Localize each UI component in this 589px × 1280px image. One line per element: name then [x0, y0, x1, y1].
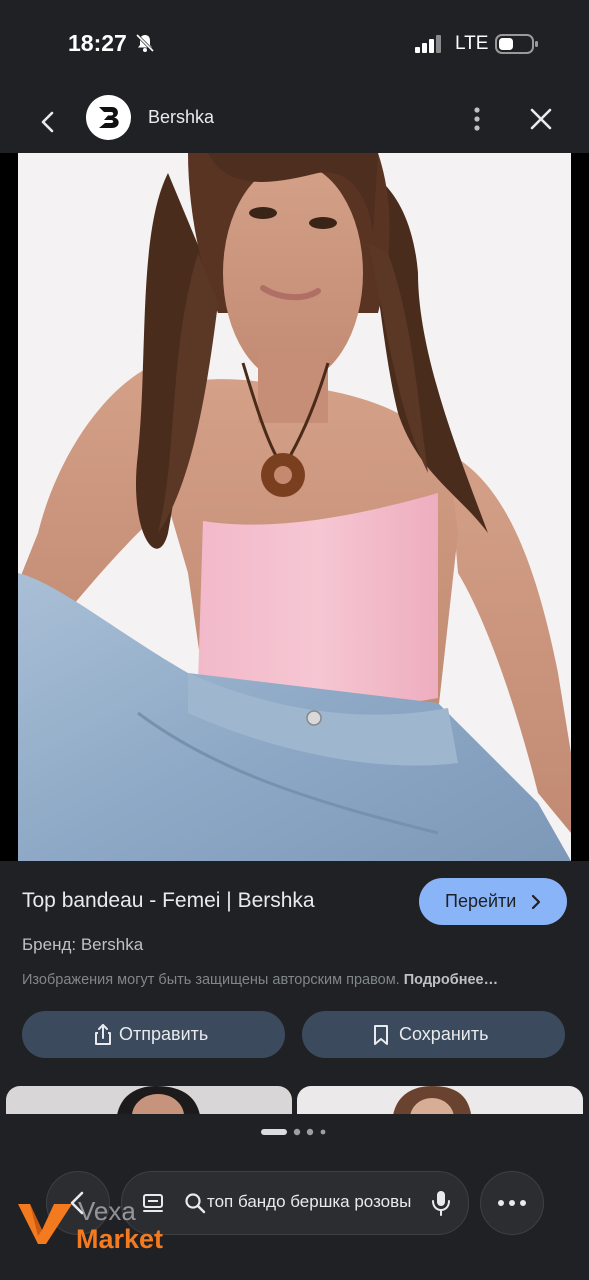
bookmark-icon [374, 1025, 388, 1045]
mic-icon[interactable] [430, 1189, 452, 1217]
share-icon [95, 1024, 111, 1045]
share-button[interactable]: Отправить [22, 1011, 285, 1058]
close-icon [530, 108, 552, 130]
site-logo [86, 95, 131, 140]
signal-icon [414, 34, 444, 59]
browser-menu-button[interactable] [480, 1171, 544, 1235]
share-button-label: Отправить [119, 1024, 209, 1044]
image-viewer [0, 153, 589, 994]
status-bar: 18:27 LTE [0, 0, 589, 88]
chevron-right-icon [531, 894, 541, 910]
network-type: LTE [455, 33, 489, 54]
save-button-label: Сохранить [399, 1024, 489, 1044]
more-horiz-icon [498, 1200, 526, 1206]
related-image-illustration [392, 1086, 472, 1116]
back-button[interactable] [28, 102, 68, 142]
product-photo-illustration [18, 153, 571, 861]
copyright-text: Изображения могут быть защищены авторски… [22, 972, 400, 988]
carousel-page-indicator [261, 1128, 326, 1136]
result-info-panel: Top bandeau - Femei | Bershka Перейти Бр… [0, 861, 589, 1086]
related-image-illustration [116, 1086, 201, 1116]
bell-off-icon [135, 33, 155, 58]
brand-line: Бренд: Bershka [22, 935, 144, 954]
back-arrow-icon [41, 111, 54, 133]
top-bar: Bershka [0, 88, 589, 152]
related-image-thumb[interactable] [297, 1086, 583, 1116]
product-title[interactable]: Top bandeau - Femei | Bershka [22, 889, 315, 913]
related-images-strip [0, 1086, 589, 1116]
site-name[interactable]: Bershka [148, 107, 214, 128]
bershka-logo-icon [99, 107, 119, 128]
more-options-button[interactable] [460, 102, 494, 136]
learn-more-link[interactable]: Подробнее… [404, 972, 498, 988]
save-button[interactable]: Сохранить [302, 1011, 565, 1058]
related-image-thumb[interactable] [6, 1086, 292, 1116]
product-photo[interactable] [18, 153, 571, 861]
watermark-line1: Vexa [78, 1196, 136, 1226]
search-query-text[interactable]: топ бандо бершка розовый [207, 1192, 412, 1212]
vexa-logo-icon [18, 1204, 72, 1244]
status-time: 18:27 [68, 30, 127, 56]
visit-button[interactable]: Перейти [419, 878, 567, 925]
more-vert-icon [474, 107, 480, 131]
close-button[interactable] [522, 100, 560, 138]
copyright-notice: Изображения могут быть защищены авторски… [22, 972, 498, 988]
visit-button-label: Перейти [445, 891, 517, 911]
battery-icon [495, 33, 539, 60]
vexa-market-watermark: Vexa Market [16, 1196, 196, 1256]
watermark-line2: Market [76, 1224, 164, 1254]
